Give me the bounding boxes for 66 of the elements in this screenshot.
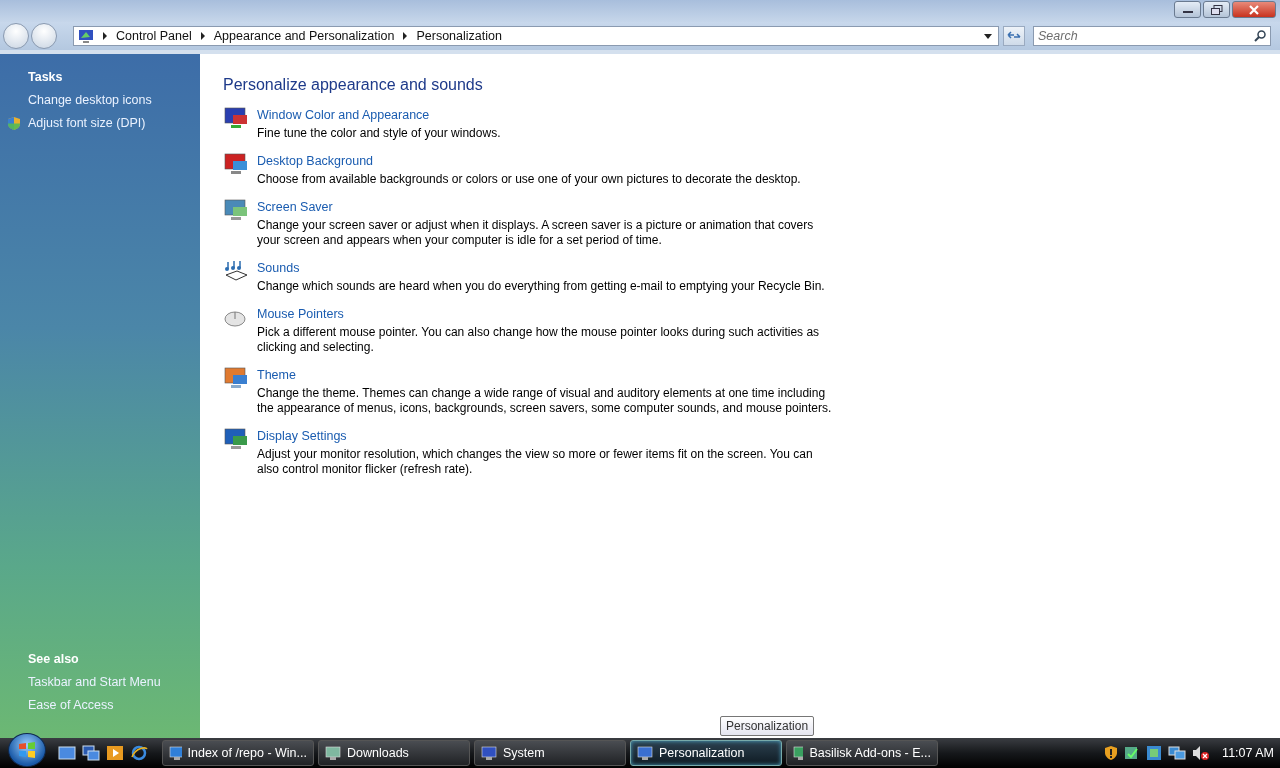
tooltip: Personalization: [720, 716, 815, 736]
settings-description: Choose from available backgrounds or colors or use one of your own pictures to decorate the desktop.: [257, 172, 802, 187]
forward-button[interactable]: [31, 23, 57, 49]
media-player-icon[interactable]: [106, 745, 124, 761]
program-icon: [169, 745, 182, 761]
network-icon[interactable]: [1168, 745, 1187, 761]
sounds-settings-icon: [223, 259, 249, 283]
taskbar-button[interactable]: Downloads: [318, 740, 470, 766]
breadcrumb-arrow-icon: [102, 32, 108, 40]
back-button[interactable]: [3, 23, 29, 49]
address-field[interactable]: Control Panel Appearance and Personalization Personalization: [73, 26, 999, 46]
search-icon: [1254, 30, 1266, 42]
security-shield-icon[interactable]: [1104, 745, 1119, 761]
sidebar-heading: Tasks: [28, 70, 64, 84]
settings-link[interactable]: Screen Saver: [257, 200, 832, 214]
settings-description: Fine tune the color and style of your windows.: [257, 126, 502, 141]
clock[interactable]: 11:07 AM: [1222, 746, 1274, 760]
breadcrumb-arrow-icon: [402, 32, 409, 40]
breadcrumb[interactable]: Control Panel: [116, 29, 192, 43]
windows-logo: [17, 740, 37, 760]
sidebar-heading: See also: [28, 652, 80, 666]
settings-link[interactable]: Sounds: [257, 261, 832, 275]
settings-link[interactable]: Mouse Pointers: [257, 307, 832, 321]
browser-icon[interactable]: [130, 745, 148, 761]
settings-description: Change which sounds are heard when you do everything from getting e-mail to emptying your Recycle Bin.: [257, 279, 826, 294]
display-settings-icon: [223, 427, 249, 451]
screensaver-settings-icon: [223, 198, 249, 222]
sidebar-link[interactable]: Adjust font size (DPI): [28, 116, 146, 130]
close-icon: [1248, 4, 1260, 15]
show-desktop-icon[interactable]: [58, 745, 76, 761]
settings-link[interactable]: Display Settings: [257, 429, 832, 443]
settings-description: Change the theme. Themes can change a wide range of visual and auditory elements at one time including the appearance of menus, icons, backgrounds, screen savers, some computer sounds, and mouse pointers.: [257, 386, 832, 416]
breadcrumb[interactable]: Personalization: [416, 29, 502, 43]
settings-link[interactable]: Desktop Background: [257, 154, 832, 168]
breadcrumb-arrow-icon: [199, 32, 206, 40]
taskbar-button[interactable]: Personalization: [630, 740, 782, 766]
settings-description: Pick a different mouse pointer. You can also change how the mouse pointer looks during such activities as clicking and selecting.: [257, 325, 821, 355]
search-field[interactable]: Search: [1033, 26, 1271, 46]
restore-icon: [1210, 4, 1223, 15]
minimize-button[interactable]: [1174, 1, 1201, 18]
theme-settings-icon: [223, 366, 249, 390]
window-settings-icon: [223, 106, 249, 130]
start-button[interactable]: [8, 733, 46, 767]
page-title: Personalize appearance and sounds: [223, 76, 484, 94]
switch-windows-icon[interactable]: [82, 745, 100, 761]
settings-link[interactable]: Theme: [257, 368, 832, 382]
maximize-button[interactable]: [1203, 1, 1230, 18]
control-panel-icon: [78, 28, 94, 44]
refresh-button[interactable]: [1003, 26, 1025, 46]
checkmark-icon[interactable]: [1124, 745, 1141, 761]
taskbar-button[interactable]: System: [474, 740, 626, 766]
settings-description: Adjust your monitor resolution, which changes the view so more or fewer items fit on the screen. You can also control monitor flicker (refresh rate).: [257, 447, 814, 477]
breadcrumb[interactable]: Appearance and Personalization: [213, 29, 395, 43]
dropdown-arrow-icon[interactable]: [984, 33, 992, 39]
program-icon: [325, 745, 341, 761]
settings-link[interactable]: Window Color and Appearance: [257, 108, 832, 122]
taskbar-button[interactable]: Basilisk Add-ons - E...: [786, 740, 938, 766]
background-settings-icon: [223, 152, 249, 176]
taskbar-button[interactable]: Index of /repo - Win...: [162, 740, 314, 766]
settings-description: Change your screen saver or adjust when it displays. A screen saver is a picture or animation that covers your screen and appears when your computer is idle for a set period of time.: [257, 218, 815, 248]
muted-speaker-icon[interactable]: [1192, 745, 1211, 761]
program-icon: [793, 745, 804, 761]
program-icon: [637, 745, 653, 761]
sidebar-link[interactable]: Change desktop icons: [28, 93, 152, 107]
close-button[interactable]: [1232, 1, 1276, 18]
program-icon: [481, 745, 497, 761]
